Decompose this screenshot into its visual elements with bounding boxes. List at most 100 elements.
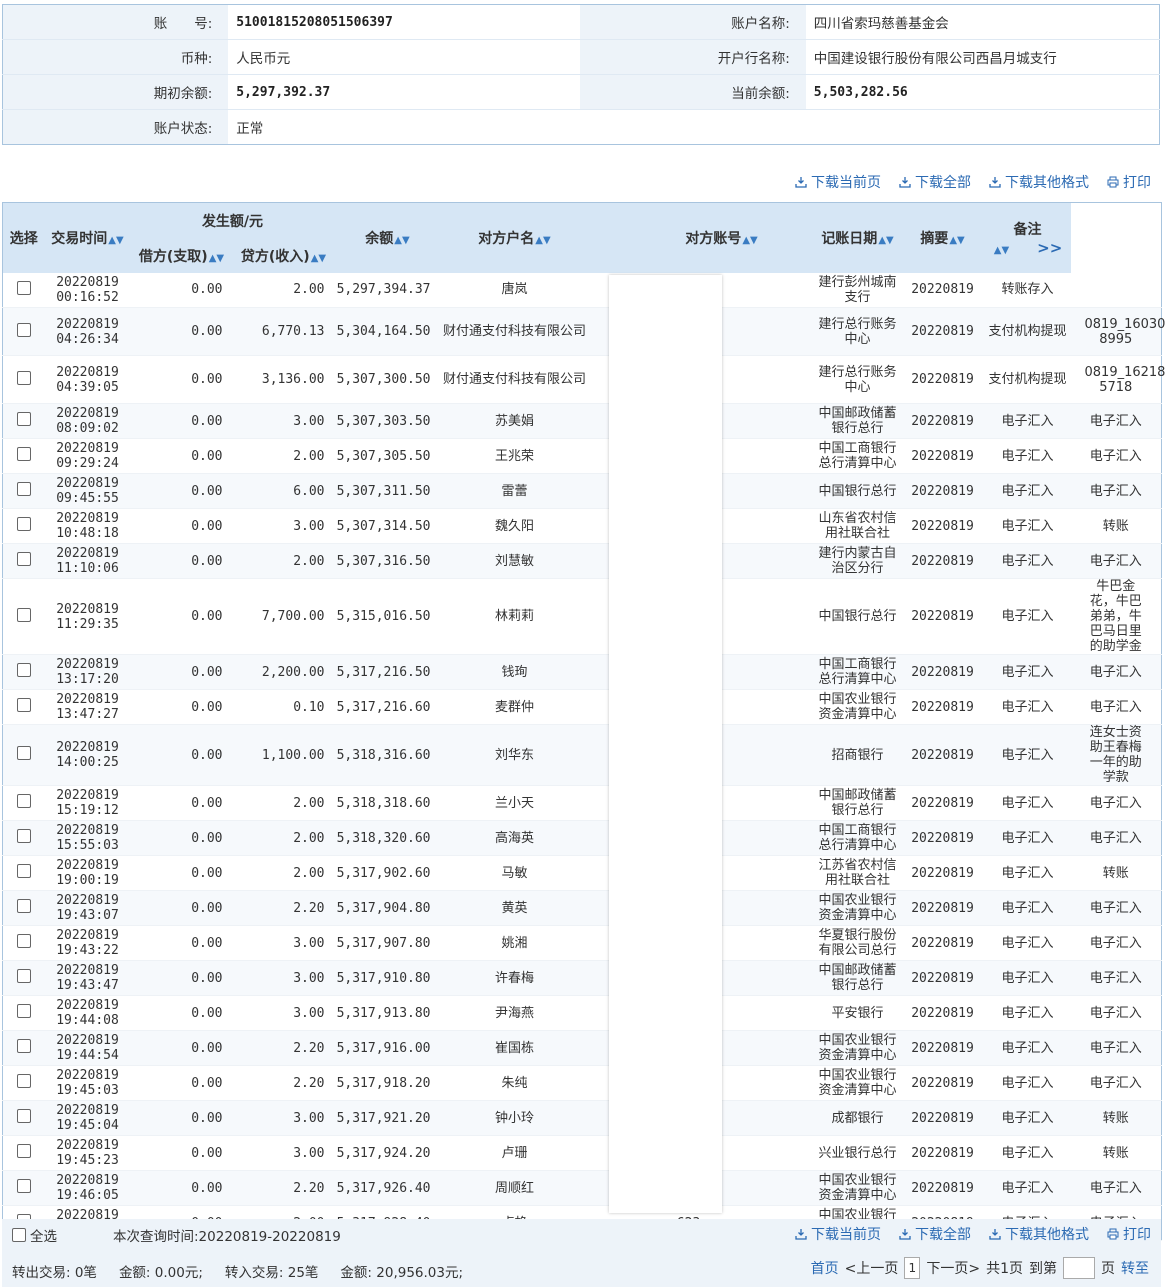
row-checkbox[interactable]: [16, 1004, 31, 1018]
row-select-cell[interactable]: [2, 1135, 45, 1171]
row-select-cell[interactable]: [2, 855, 45, 891]
row-checkbox[interactable]: [16, 552, 31, 566]
row-select-cell[interactable]: [2, 654, 45, 690]
row-checkbox[interactable]: [16, 663, 31, 677]
download-page-link[interactable]: 下载当前页: [795, 172, 881, 192]
row-checkbox[interactable]: [16, 864, 31, 878]
row-checkbox[interactable]: [16, 370, 31, 385]
table-row[interactable]: 20220819 11:29:35 0.00 7,700.00 5,315,016.50…: [2, 578, 1162, 655]
download-all-link[interactable]: 下载全部: [899, 1224, 971, 1244]
print-link[interactable]: 打印: [1107, 1224, 1151, 1244]
row-select-cell[interactable]: [2, 1100, 45, 1136]
row-select-cell[interactable]: [2, 508, 45, 544]
table-row[interactable]: 2022081919:44:540.002.205,317,916.00崔国栋6…: [2, 1030, 1162, 1066]
row-checkbox[interactable]: [16, 969, 31, 983]
download-all-link[interactable]: 下载全部: [899, 172, 971, 192]
row-select-cell[interactable]: [2, 473, 45, 509]
row-checkbox[interactable]: [16, 280, 31, 295]
current-page[interactable]: 1: [904, 1257, 921, 1279]
row-select-cell[interactable]: [2, 820, 45, 856]
table-row[interactable]: 2022081919:45:040.003.005,317,921.20钟小玲6…: [2, 1100, 1162, 1136]
table-row[interactable]: 20220819 19:43:22 0.00 3.00 5,317,907.80 姚湘 华夏…: [2, 925, 1162, 961]
row-checkbox[interactable]: [16, 934, 31, 948]
next-page-link[interactable]: 下一页>: [926, 1258, 980, 1278]
select-all-checkbox[interactable]: 全选: [12, 1225, 57, 1245]
row-select-cell[interactable]: [2, 995, 45, 1031]
goto-button[interactable]: 转至: [1121, 1258, 1149, 1278]
table-row[interactable]: 2022081919:46:050.002.205,317,926.40周顺红6…: [2, 1170, 1162, 1206]
download-page-link[interactable]: 下载当前页: [795, 1224, 881, 1244]
col-post-date[interactable]: 记账日期▲▼: [814, 202, 901, 273]
download-other-link[interactable]: 下载其他格式: [989, 172, 1089, 192]
row-checkbox[interactable]: [16, 1109, 31, 1123]
row-select-cell[interactable]: [2, 578, 45, 655]
table-row[interactable]: 2022081919:44:080.003.005,317,913.80尹海燕6…: [2, 995, 1162, 1031]
row-checkbox[interactable]: [16, 794, 31, 808]
row-select-cell[interactable]: [2, 1170, 45, 1206]
row-select-cell[interactable]: [2, 785, 45, 821]
table-row[interactable]: 20220819 13:17:20 0.00 2,200.00 5,317,216.50…: [2, 654, 1162, 690]
row-checkbox[interactable]: [16, 447, 31, 461]
col-cp-acct[interactable]: 对方账号▲▼: [588, 202, 815, 273]
table-row[interactable]: 2022081919:43:070.002.205,317,904.80黄英62…: [2, 890, 1162, 926]
row-select-cell[interactable]: [2, 689, 45, 725]
col-debit[interactable]: 借方(支取)▲▼: [130, 238, 233, 273]
cell-cp-name: 姚湘: [440, 925, 589, 961]
row-select-cell[interactable]: [2, 272, 45, 308]
row-checkbox[interactable]: [16, 746, 31, 760]
row-select-cell[interactable]: [2, 960, 45, 996]
table-row[interactable]: 20220819 04:26:34 0.00 6,770.13 5,304,164.50…: [2, 307, 1165, 356]
row-select-cell[interactable]: [2, 543, 45, 579]
col-time[interactable]: 交易时间▲▼: [44, 202, 131, 273]
row-select-cell[interactable]: [2, 925, 45, 961]
cell-cp-name-value: 王兆荣: [494, 448, 534, 464]
row-checkbox[interactable]: [16, 1179, 31, 1193]
checkbox[interactable]: [12, 1228, 26, 1242]
row-checkbox[interactable]: [16, 412, 31, 426]
table-row[interactable]: 20220819 10:48:18 0.00 3.00 5,307,314.50 魏久阳山…: [2, 508, 1162, 544]
table-row[interactable]: 2022081915:55:030.002.005,318,320.60高海英6…: [2, 820, 1162, 856]
row-select-cell[interactable]: [2, 890, 45, 926]
row-checkbox[interactable]: [16, 517, 31, 531]
row-select-cell[interactable]: [2, 307, 45, 356]
row-checkbox[interactable]: [16, 322, 31, 337]
row-checkbox[interactable]: [16, 698, 31, 712]
table-row[interactable]: 2022081900:16:520.002.005,297,394.37唐岚62…: [2, 272, 1162, 308]
expand-columns-icon[interactable]: >>: [1037, 239, 1062, 257]
col-credit[interactable]: 贷方(收入)▲▼: [232, 238, 335, 273]
row-checkbox[interactable]: [16, 482, 31, 496]
row-checkbox[interactable]: [16, 1074, 31, 1088]
table-row[interactable]: 2022081919:00:190.002.005,317,902.60马敏62…: [2, 855, 1162, 891]
table-row[interactable]: 2022081908:09:020.003.005,307,303.50苏美娟6…: [2, 403, 1162, 439]
row-select-cell[interactable]: [2, 403, 45, 439]
download-other-link[interactable]: 下载其他格式: [989, 1224, 1089, 1244]
print-link[interactable]: 打印: [1107, 172, 1151, 192]
table-row[interactable]: 2022081919:45:230.003.005,317,924.20卢珊69…: [2, 1135, 1162, 1171]
row-select-cell[interactable]: [2, 724, 45, 786]
table-row[interactable]: 20220819 04:39:05 0.00 3,136.00 5,307,300.50…: [2, 355, 1165, 404]
table-row[interactable]: 20220819 14:00:25 0.00 1,100.00 5,318,316.60…: [2, 724, 1162, 786]
col-cp-name[interactable]: 对方户名▲▼: [440, 202, 589, 273]
row-select-cell[interactable]: [2, 1065, 45, 1101]
table-row[interactable]: 2022081919:43:470.003.005,317,910.80许春梅6…: [2, 960, 1162, 996]
row-checkbox[interactable]: [16, 1144, 31, 1158]
table-row[interactable]: 2022081909:45:550.006.005,307,311.50雷蕾62…: [2, 473, 1162, 509]
table-row[interactable]: 2022081911:10:060.002.005,307,316.50刘慧敏6…: [2, 543, 1162, 579]
row-checkbox[interactable]: [16, 1039, 31, 1053]
table-row[interactable]: 2022081909:29:240.002.005,307,305.50王兆荣6…: [2, 438, 1162, 474]
goto-page-input[interactable]: [1063, 1257, 1095, 1279]
row-checkbox[interactable]: [16, 899, 31, 913]
row-checkbox[interactable]: [16, 607, 31, 622]
row-checkbox[interactable]: [16, 829, 31, 843]
col-balance[interactable]: 余额▲▼: [334, 202, 441, 273]
col-remark[interactable]: 备注▲▼ >>: [984, 202, 1071, 273]
row-select-cell[interactable]: [2, 438, 45, 474]
table-row[interactable]: 2022081919:45:030.002.205,317,918.20朱纯62…: [2, 1065, 1162, 1101]
row-select-cell[interactable]: [2, 355, 45, 404]
table-row[interactable]: 2022081915:19:120.002.005,318,318.60兰小天6…: [2, 785, 1162, 821]
table-row[interactable]: 2022081913:47:270.000.105,317,216.60麦群仲6…: [2, 689, 1162, 725]
col-summary[interactable]: 摘要▲▼: [900, 202, 985, 273]
row-select-cell[interactable]: [2, 1030, 45, 1066]
first-page-link[interactable]: 首页: [811, 1258, 839, 1278]
prev-page-link[interactable]: <上一页: [845, 1258, 899, 1278]
